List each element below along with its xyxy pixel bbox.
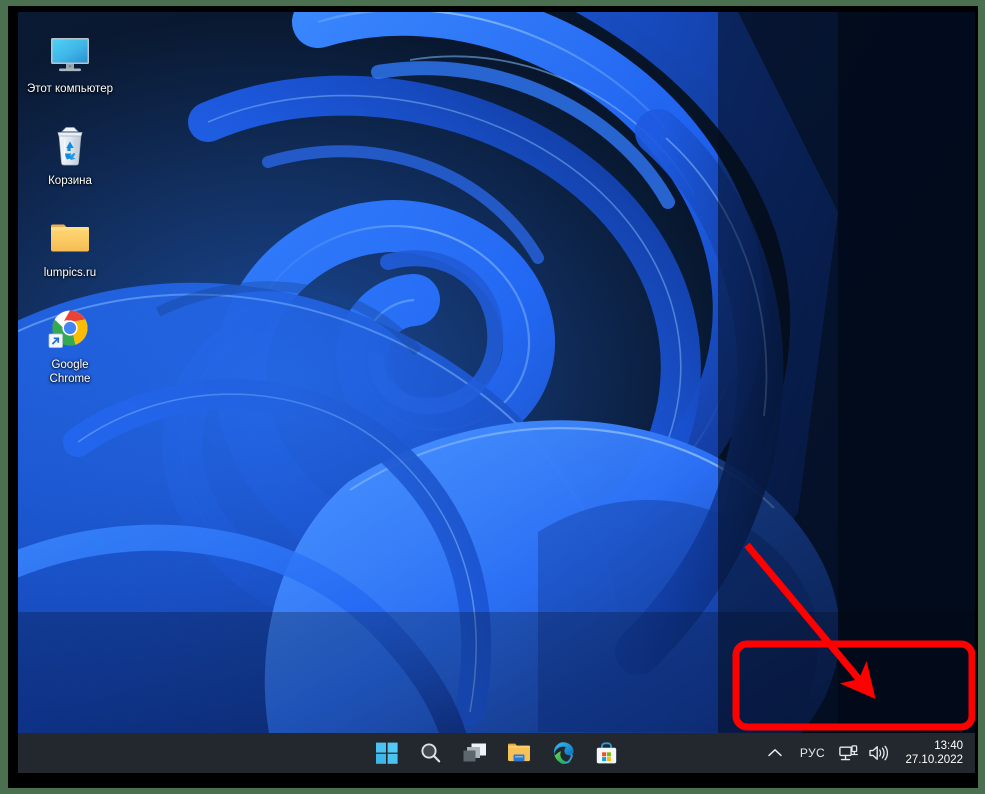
task-view-button[interactable] (462, 740, 488, 766)
taskbar[interactable]: РУС 13:40 27.10.2022 (18, 733, 975, 773)
clock-date: 27.10.2022 (905, 754, 963, 766)
volume-icon (869, 745, 888, 761)
start-button[interactable] (374, 740, 400, 766)
windows-logo-icon (375, 742, 398, 764)
search-icon (420, 743, 440, 763)
desktop-icon-label: Google Chrome (49, 359, 91, 385)
edge-icon (553, 742, 574, 764)
desktop-icon-layer: Этот компьютер Корзина lumpics.ru Google… (18, 12, 128, 412)
microsoft-store-icon (596, 741, 617, 763)
monitor-icon (46, 30, 94, 78)
system-tray: РУС 13:40 27.10.2022 (759, 733, 966, 773)
network-icon (839, 744, 858, 760)
screenshot-root: Этот компьютер Корзина lumpics.ru Google… (0, 0, 985, 794)
desktop-icon-label: Корзина (48, 175, 92, 187)
volume-button[interactable] (863, 733, 893, 773)
language-indicator[interactable]: РУС (791, 733, 833, 773)
desktop-icon-this-pc[interactable]: Этот компьютер (22, 30, 118, 97)
language-label: РУС (799, 746, 826, 760)
network-button[interactable] (833, 733, 863, 773)
clock-button[interactable]: 13:40 27.10.2022 (893, 739, 966, 767)
desktop-wallpaper (18, 12, 975, 733)
store-button[interactable] (594, 740, 620, 766)
task-view-icon (463, 743, 486, 762)
desktop[interactable]: Этот компьютер Корзина lumpics.ru Google… (18, 12, 975, 733)
file-explorer-button[interactable] (506, 740, 532, 766)
recycle-bin-icon (46, 122, 94, 170)
desktop-icon-label: lumpics.ru (43, 267, 97, 279)
chrome-icon (46, 306, 94, 354)
desktop-icon-recycle-bin[interactable]: Корзина (22, 122, 118, 189)
show-hidden-icons-button[interactable] (759, 733, 791, 773)
desktop-icon-lumpics-folder[interactable]: lumpics.ru (22, 214, 118, 281)
desktop-icon-label: Этот компьютер (27, 83, 113, 95)
folder-icon (46, 214, 94, 262)
clock-time: 13:40 (934, 740, 963, 752)
edge-button[interactable] (550, 740, 576, 766)
search-button[interactable] (418, 740, 444, 766)
chevron-up-icon (768, 749, 783, 757)
folder-icon (507, 743, 530, 762)
desktop-icon-google-chrome[interactable]: Google Chrome (22, 306, 118, 386)
